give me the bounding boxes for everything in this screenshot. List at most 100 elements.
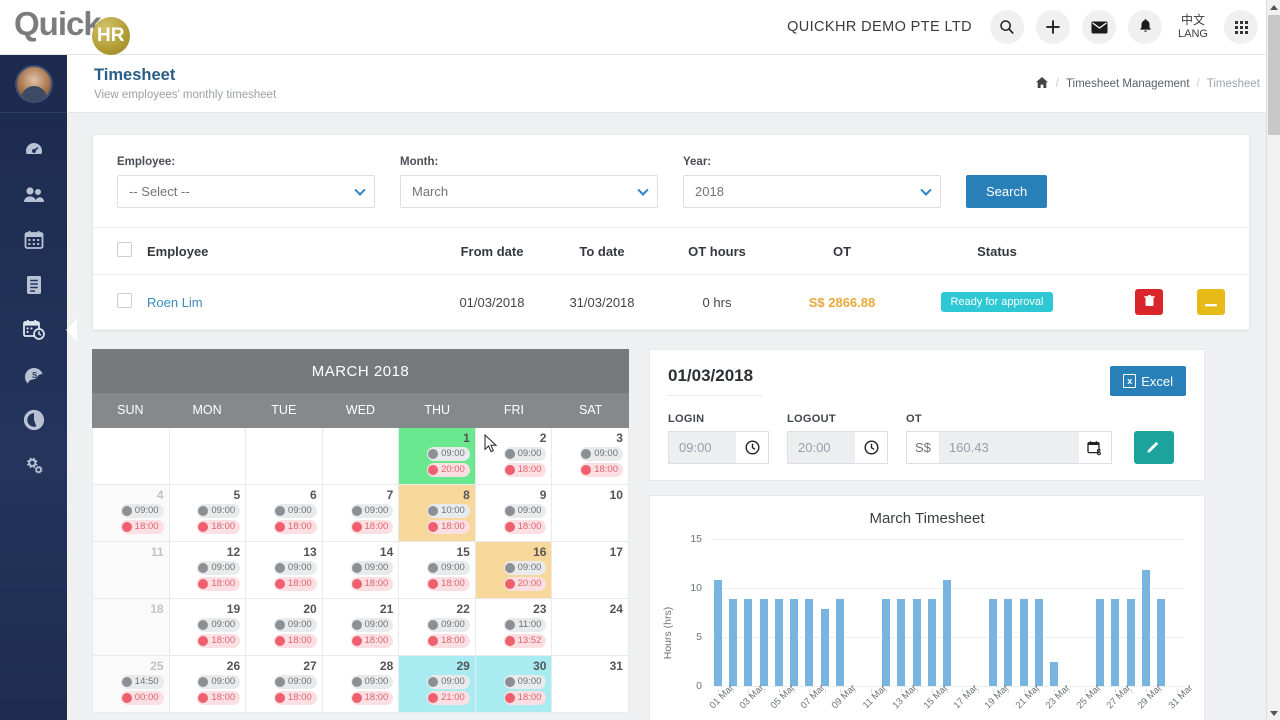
page-title: Timesheet (94, 66, 176, 85)
avatar-container[interactable] (0, 55, 67, 113)
calendar-day-25[interactable]: 25 14:50 00:00 (93, 656, 170, 713)
calendar-day-23[interactable]: 23 11:00 13:52 (475, 599, 553, 656)
clock-in-icon (351, 677, 362, 688)
ot-input[interactable]: 160.43 (938, 431, 1079, 464)
language-switcher[interactable]: 中文 LANG (1174, 13, 1212, 40)
breadcrumb-item-timesheet-management[interactable]: Timesheet Management (1066, 78, 1190, 90)
chevron-up-icon[interactable] (1267, 0, 1280, 15)
sidebar-item-settings[interactable] (0, 442, 67, 487)
calendar-day-15[interactable]: 15 09:00 18:00 (399, 542, 476, 599)
language-native-label: 中文 (1181, 13, 1206, 28)
month-filter: Month: March (400, 156, 658, 208)
calendar-day-11[interactable]: 11 (93, 542, 170, 599)
calendar-day-7[interactable]: 7 09:00 18:00 (322, 485, 400, 542)
calendar-day-22[interactable]: 22 09:00 18:00 (399, 599, 476, 656)
sidebar-item-leave[interactable] (0, 217, 67, 262)
calendar-day-21[interactable]: 21 09:00 18:00 (322, 599, 400, 656)
excel-file-icon: x (1123, 374, 1137, 388)
calendar-day-10[interactable]: 10 (552, 485, 629, 542)
calendar-day-27[interactable]: 27 09:00 18:00 (246, 656, 323, 713)
export-excel-button[interactable]: x Excel (1110, 366, 1186, 396)
calendar-day-times: 14:50 00:00 (98, 675, 164, 705)
table-row[interactable]: Roen Lim 01/03/2018 31/03/2018 0 hrs S$ … (93, 274, 1249, 330)
app-logo[interactable]: Quick HR (14, 5, 130, 55)
calendar-day-1[interactable]: 1 09:00 20:00 (399, 428, 476, 485)
scrollbar-thumb[interactable] (1268, 15, 1280, 135)
clock-in-pill: 09:00 (197, 675, 241, 690)
clock-out-pill: 18:00 (197, 691, 241, 705)
sidebar-item-payroll[interactable]: S (0, 352, 67, 397)
avatar[interactable] (14, 64, 53, 103)
calendar-day-18[interactable]: 18 (93, 599, 170, 656)
clock-out-icon (428, 465, 439, 475)
page-scrollbar[interactable] (1266, 0, 1280, 720)
calendar-day-28[interactable]: 28 09:00 18:00 (322, 656, 400, 713)
edit-button[interactable] (1133, 431, 1174, 464)
clock-out-time: 18:00 (594, 464, 618, 476)
calendar-day-5[interactable]: 5 09:00 18:00 (169, 485, 247, 542)
clock-in-icon (198, 620, 209, 631)
calendar-day-16[interactable]: 16 09:00 20:00 (475, 542, 553, 599)
search-button[interactable]: Search (966, 175, 1048, 208)
search-icon[interactable] (990, 10, 1025, 44)
logout-clock-icon[interactable] (855, 431, 888, 464)
calendar-day-13[interactable]: 13 09:00 18:00 (246, 542, 323, 599)
calendar-dollar-icon[interactable]: $ (1078, 431, 1112, 464)
grid-apps-icon[interactable] (1224, 10, 1258, 44)
calendar-day-24[interactable]: 24 (552, 599, 629, 656)
calendar-day-12[interactable]: 12 09:00 18:00 (169, 542, 247, 599)
select-all-checkbox[interactable] (117, 242, 132, 257)
sidebar-item-dashboard[interactable] (0, 127, 67, 172)
row-checkbox[interactable] (117, 293, 132, 308)
sidebar-item-claims[interactable] (0, 262, 67, 307)
chevron-down-icon[interactable] (1267, 705, 1280, 720)
chart-bar-slot (725, 539, 740, 686)
chart-title: March Timesheet (869, 510, 985, 527)
chart-x-tick (947, 689, 949, 693)
chart-bar-slot (1031, 539, 1046, 686)
login-clock-icon[interactable] (736, 431, 769, 464)
chart-bar-slot (878, 539, 893, 686)
logout-input[interactable]: 20:00 (787, 431, 855, 464)
calendar-day-number: 2 (539, 431, 547, 445)
clock-in-pill: 09:00 (197, 618, 241, 633)
year-select[interactable]: 2018 (683, 175, 941, 208)
clock-out-icon (504, 579, 515, 589)
day-detail-header: 01/03/2018 x Excel (668, 366, 1186, 396)
speedometer-icon (23, 139, 45, 161)
sidebar-item-reports[interactable] (0, 397, 67, 442)
calendar-day-26[interactable]: 26 09:00 18:00 (169, 656, 247, 713)
employee-select[interactable]: -- Select -- (117, 175, 375, 208)
calendar-day-number: 7 (386, 488, 394, 502)
delete-button[interactable] (1135, 289, 1164, 315)
chevron-down-icon (637, 184, 649, 196)
calendar-day-6[interactable]: 6 09:00 18:00 (246, 485, 323, 542)
plus-icon[interactable] (1036, 10, 1071, 44)
month-select[interactable]: March (400, 175, 658, 208)
collapse-button[interactable] (1197, 289, 1225, 315)
calendar-day-20[interactable]: 20 09:00 18:00 (246, 599, 323, 656)
bell-icon[interactable] (1128, 10, 1163, 44)
calendar-day-3[interactable]: 3 09:00 18:00 (552, 428, 629, 485)
calendar-day-14[interactable]: 14 09:00 18:00 (322, 542, 400, 599)
calendar-day-4[interactable]: 4 09:00 18:00 (93, 485, 170, 542)
calendar-day-2[interactable]: 2 09:00 18:00 (475, 428, 553, 485)
calendar-day-31[interactable]: 31 (552, 656, 629, 713)
calendar-day-9[interactable]: 9 09:00 18:00 (475, 485, 553, 542)
calendar-day-19[interactable]: 19 09:00 18:00 (169, 599, 247, 656)
calendar-day-30[interactable]: 30 09:00 18:00 (475, 656, 553, 713)
clock-in-icon (505, 620, 516, 631)
sidebar-item-timesheet[interactable] (0, 307, 67, 352)
trash-icon (1144, 294, 1155, 310)
chart-x-tick (977, 689, 979, 693)
login-input[interactable]: 09:00 (668, 431, 736, 464)
chart-bar-slot (1123, 539, 1138, 686)
calendar-day-17[interactable]: 17 (552, 542, 629, 599)
home-icon[interactable] (1035, 76, 1049, 92)
calendar-day-8[interactable]: 8 10:00 18:00 (399, 485, 476, 542)
sidebar-item-employees[interactable] (0, 172, 67, 217)
clock-in-time: 09:00 (441, 562, 465, 574)
employee-link[interactable]: Roen Lim (147, 295, 203, 310)
calendar-day-29[interactable]: 29 09:00 21:00 (399, 656, 476, 713)
envelope-icon[interactable] (1082, 10, 1117, 44)
